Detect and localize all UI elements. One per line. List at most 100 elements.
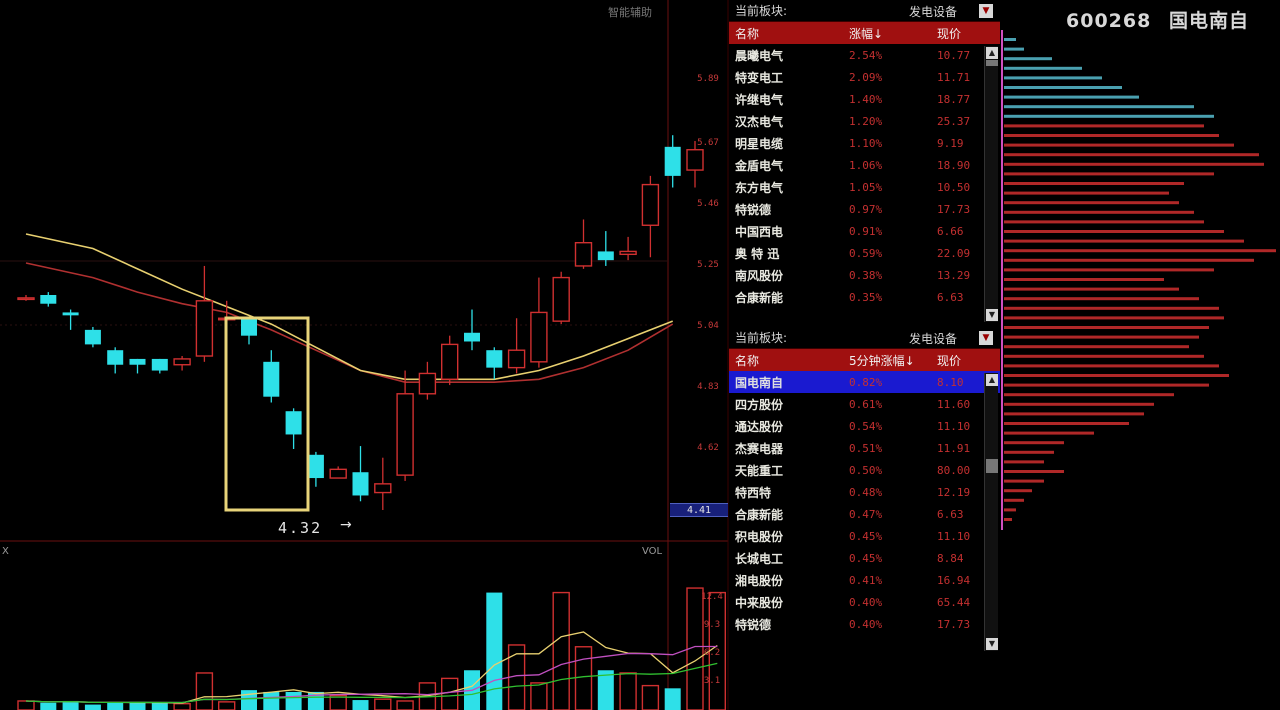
stock-row[interactable]: 合康新能 0.35% 6.63 bbox=[729, 286, 1000, 308]
volume-bar[interactable] bbox=[374, 698, 392, 710]
stock-row[interactable]: 金盾电气 1.06% 18.90 bbox=[729, 154, 1000, 176]
stock-row[interactable]: 特锐德 0.40% 17.73 bbox=[729, 613, 1000, 635]
stock-row[interactable]: 明星电缆 1.10% 9.19 bbox=[729, 132, 1000, 154]
stock-row[interactable]: 湘电股份 0.41% 16.94 bbox=[729, 569, 1000, 591]
volume-bar[interactable] bbox=[486, 592, 503, 710]
scroll-down-icon[interactable]: ▼ bbox=[986, 309, 998, 321]
candlestick[interactable] bbox=[464, 309, 480, 351]
volume-bar[interactable] bbox=[40, 702, 57, 710]
change-cell: 0.50% bbox=[849, 463, 883, 477]
stock-row[interactable]: 通达股份 0.54% 11.10 bbox=[729, 415, 1000, 437]
candlestick[interactable] bbox=[40, 292, 57, 307]
volume-bar[interactable] bbox=[17, 700, 35, 710]
dropdown-icon[interactable]: ▼ bbox=[979, 331, 993, 345]
candlestick[interactable] bbox=[552, 271, 570, 325]
candlestick[interactable] bbox=[396, 370, 414, 481]
stock-row[interactable]: 汉杰电气 1.20% 25.37 bbox=[729, 110, 1000, 132]
stock-row[interactable]: 特锐德 0.97% 17.73 bbox=[729, 198, 1000, 220]
change-cell: 2.54% bbox=[849, 48, 883, 62]
volume-bar[interactable] bbox=[84, 704, 101, 710]
dropdown-icon[interactable]: ▼ bbox=[979, 4, 993, 18]
candlestick[interactable] bbox=[173, 356, 191, 371]
candlestick[interactable] bbox=[641, 175, 660, 258]
volume-bar[interactable] bbox=[619, 672, 637, 710]
candlestick[interactable] bbox=[441, 335, 459, 386]
candlestick[interactable] bbox=[664, 135, 681, 188]
candlestick[interactable] bbox=[329, 466, 347, 479]
col-price[interactable]: 现价 bbox=[927, 352, 983, 369]
volume-bar[interactable] bbox=[217, 701, 236, 710]
stock-row[interactable]: 晨曦电气 2.54% 10.77 bbox=[729, 44, 1000, 66]
candlestick[interactable] bbox=[307, 451, 324, 487]
stock-row[interactable]: 杰赛电器 0.51% 11.91 bbox=[729, 437, 1000, 459]
volume-bar[interactable] bbox=[530, 682, 548, 710]
candlestick[interactable] bbox=[507, 318, 526, 374]
scroll-thumb[interactable] bbox=[986, 459, 998, 473]
candlestick[interactable] bbox=[574, 219, 593, 269]
volume-bar[interactable] bbox=[552, 591, 570, 710]
col-price[interactable]: 现价 bbox=[927, 25, 983, 42]
volume-bar[interactable] bbox=[664, 688, 681, 710]
candlestick[interactable] bbox=[530, 277, 548, 368]
volume-bar[interactable] bbox=[263, 691, 280, 710]
stock-row[interactable]: 积电股份 0.45% 11.10 bbox=[729, 525, 1000, 547]
volume-bar[interactable] bbox=[441, 677, 459, 710]
scroll-down-icon[interactable]: ▼ bbox=[986, 638, 998, 650]
candlestick[interactable] bbox=[418, 361, 437, 400]
candlesticks[interactable] bbox=[17, 135, 704, 510]
sector-select-label[interactable]: 发电设备 bbox=[909, 330, 957, 347]
candlestick[interactable] bbox=[486, 347, 503, 380]
volume-bar[interactable] bbox=[597, 670, 614, 710]
kline-chart[interactable] bbox=[0, 0, 730, 710]
stock-row[interactable]: 四方股份 0.61% 11.60 bbox=[729, 393, 1000, 415]
candlestick[interactable] bbox=[241, 318, 257, 345]
stock-row[interactable]: 许继电气 1.40% 18.77 bbox=[729, 88, 1000, 110]
candlestick[interactable] bbox=[107, 347, 124, 374]
volume-bar[interactable] bbox=[107, 702, 124, 710]
stock-row[interactable]: 天能重工 0.50% 80.00 bbox=[729, 459, 1000, 481]
sector-select-label[interactable]: 发电设备 bbox=[909, 3, 957, 20]
stock-row[interactable]: 中来股份 0.40% 65.44 bbox=[729, 591, 1000, 613]
scroll-up-icon[interactable]: ▲ bbox=[986, 47, 998, 59]
scrollbar[interactable]: ▲ ▼ bbox=[984, 373, 998, 651]
candlestick[interactable] bbox=[62, 309, 79, 330]
volume-bar[interactable] bbox=[574, 646, 593, 710]
volume-bar[interactable] bbox=[173, 702, 191, 710]
volume-bar[interactable] bbox=[151, 702, 168, 710]
stock-row[interactable]: 东方电气 1.05% 10.50 bbox=[729, 176, 1000, 198]
stock-row[interactable]: 奥 特 迅 0.59% 22.09 bbox=[729, 242, 1000, 264]
candlestick[interactable] bbox=[151, 358, 168, 374]
col-change[interactable]: 5分钟涨幅↓ bbox=[849, 352, 927, 369]
price-cell: 12.19 bbox=[937, 485, 971, 499]
scroll-up-icon[interactable]: ▲ bbox=[986, 374, 998, 386]
volume-profile-bar bbox=[1004, 470, 1064, 473]
candlestick[interactable] bbox=[17, 295, 35, 301]
candlestick[interactable] bbox=[84, 326, 101, 348]
col-name[interactable]: 名称 bbox=[729, 352, 849, 369]
candlestick[interactable] bbox=[374, 457, 392, 510]
candlestick[interactable] bbox=[352, 446, 369, 502]
candlestick[interactable] bbox=[195, 265, 214, 362]
stock-row[interactable]: 南风股份 0.38% 13.29 bbox=[729, 264, 1000, 286]
candlestick[interactable] bbox=[129, 358, 146, 374]
stock-row[interactable]: 中国西电 0.91% 6.66 bbox=[729, 220, 1000, 242]
col-name[interactable]: 名称 bbox=[729, 25, 849, 42]
volume-bars[interactable] bbox=[17, 587, 726, 710]
scrollbar[interactable]: ▲ ▼ bbox=[984, 46, 998, 322]
volume-bar[interactable] bbox=[195, 672, 214, 710]
volume-bar[interactable] bbox=[352, 700, 369, 710]
candlestick[interactable] bbox=[285, 408, 302, 449]
candlestick[interactable] bbox=[686, 141, 704, 188]
stock-row[interactable]: 长城电工 0.45% 8.84 bbox=[729, 547, 1000, 569]
candlestick[interactable] bbox=[263, 350, 280, 403]
volume-bar[interactable] bbox=[641, 684, 660, 710]
col-change[interactable]: 涨幅↓ bbox=[849, 25, 927, 42]
scroll-thumb[interactable] bbox=[986, 60, 998, 66]
stock-row[interactable]: 特变电工 2.09% 11.71 bbox=[729, 66, 1000, 88]
stock-row[interactable]: 国电南自 0.82% 8.10 bbox=[729, 371, 1000, 393]
candlestick[interactable] bbox=[619, 236, 637, 261]
stock-row[interactable]: 特西特 0.48% 12.19 bbox=[729, 481, 1000, 503]
volume-bar[interactable] bbox=[285, 691, 302, 710]
stock-row[interactable]: 合康新能 0.47% 6.63 bbox=[729, 503, 1000, 525]
volume-bar[interactable] bbox=[396, 700, 414, 710]
